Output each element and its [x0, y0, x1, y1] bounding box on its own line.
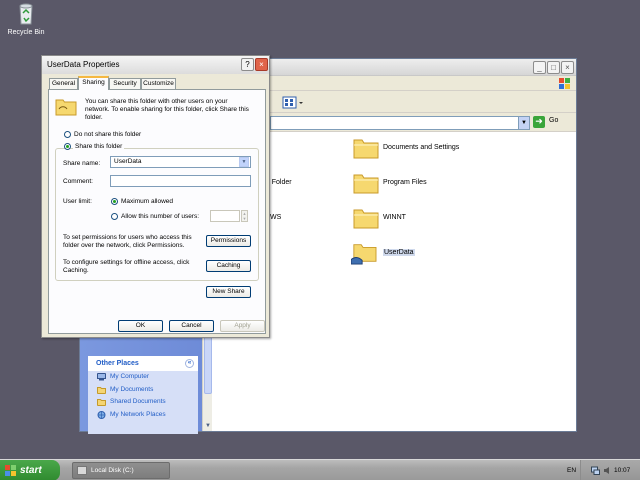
- sharing-intro-line-3: folder.: [85, 114, 103, 121]
- windows-flag-icon: [5, 465, 16, 476]
- clock[interactable]: 10:07: [614, 467, 630, 474]
- ok-button[interactable]: OK: [118, 320, 163, 332]
- dialog-titlebar[interactable]: UserData Properties ? ×: [42, 56, 269, 74]
- place-my-network-places[interactable]: My Network Places: [88, 409, 198, 422]
- tab-sharing[interactable]: Sharing: [78, 76, 109, 90]
- language-indicator[interactable]: EN: [567, 467, 576, 474]
- place-label: My Documents: [110, 385, 154, 393]
- place-label: My Network Places: [110, 410, 166, 418]
- permissions-text-line-1: To set permissions for users who access …: [63, 234, 192, 241]
- network-places-icon: [97, 410, 106, 419]
- views-button[interactable]: [281, 95, 305, 110]
- other-places-title: Other Places: [96, 360, 139, 367]
- share-this-folder-radio[interactable]: [64, 143, 71, 150]
- dialog-title: UserData Properties: [47, 60, 120, 69]
- my-computer-icon: [97, 373, 106, 381]
- place-my-computer[interactable]: My Computer: [88, 371, 198, 384]
- sharing-tab-panel: You can share this folder with other use…: [48, 89, 266, 334]
- go-button[interactable]: ➜ Go: [533, 115, 573, 130]
- shared-folder-icon: [55, 99, 77, 116]
- taskbar-item-local-disk[interactable]: Local Disk (C:): [72, 462, 170, 479]
- tab-general[interactable]: General: [49, 78, 78, 89]
- scroll-down-arrow-icon[interactable]: ▼: [203, 421, 213, 431]
- allow-number-label: Allow this number of users:: [121, 213, 200, 220]
- taskbar: start Local Disk (C:) EN 10:07: [0, 459, 640, 480]
- other-places-header[interactable]: Other Places «: [88, 356, 198, 371]
- folder-icon: [97, 386, 106, 394]
- maximize-button[interactable]: □: [547, 61, 560, 74]
- user-limit-label: User limit:: [63, 198, 92, 205]
- caching-button[interactable]: Caching: [206, 260, 251, 272]
- tab-customize[interactable]: Customize: [141, 78, 176, 89]
- start-button[interactable]: start: [0, 460, 60, 480]
- permissions-button[interactable]: Permissions: [206, 235, 251, 247]
- system-tray: [580, 460, 640, 480]
- start-label: start: [20, 465, 42, 476]
- hidden-item-label: WS: [270, 214, 282, 221]
- cancel-button[interactable]: Cancel: [169, 320, 214, 332]
- caching-text-line-2: Caching.: [63, 267, 89, 274]
- caching-text-line-1: To configure settings for offline access…: [63, 259, 190, 266]
- help-button[interactable]: ?: [241, 58, 254, 71]
- sharing-intro-line-2: network. To enable sharing for this fold…: [85, 106, 249, 113]
- folder-icon: [97, 399, 106, 406]
- collapse-chevron-icon[interactable]: «: [185, 359, 194, 368]
- place-my-documents[interactable]: My Documents: [88, 384, 198, 397]
- taskbar-item-label: Local Disk (C:): [91, 467, 134, 474]
- share-name-field[interactable]: UserData: [110, 156, 251, 168]
- permissions-text-line-2: folder over the network, click Permissio…: [63, 242, 185, 249]
- shared-folder-icon: [351, 244, 377, 265]
- go-label: Go: [549, 117, 559, 124]
- user-count-spinner[interactable]: ▲ ▼: [241, 210, 248, 222]
- folder-label: Program Files: [383, 179, 427, 186]
- share-this-folder-label: Share this folder: [73, 143, 125, 151]
- network-tray-icon[interactable]: [591, 466, 600, 475]
- folder-label: Documents and Settings: [383, 144, 460, 151]
- volume-tray-icon[interactable]: [603, 466, 612, 475]
- views-icon: [282, 96, 303, 109]
- folder-icon: [353, 209, 379, 229]
- other-places-panel: Other Places « My Computer My Documents …: [88, 356, 198, 434]
- comment-label: Comment:: [63, 178, 93, 185]
- share-name-label: Share name:: [63, 160, 101, 167]
- recycle-bin-shortcut[interactable]: Recycle Bin: [4, 2, 48, 36]
- do-not-share-label: Do not share this folder: [74, 131, 142, 138]
- place-shared-documents[interactable]: Shared Documents: [88, 396, 198, 409]
- recycle-bin-label: Recycle Bin: [7, 29, 45, 36]
- folder-label: UserData: [383, 249, 415, 256]
- comment-field[interactable]: [110, 175, 251, 187]
- share-name-dropdown-icon[interactable]: ▼: [239, 157, 249, 167]
- do-not-share-radio[interactable]: [64, 131, 71, 138]
- new-share-button[interactable]: New Share: [206, 286, 251, 298]
- minimize-button[interactable]: _: [533, 61, 546, 74]
- place-label: My Computer: [110, 373, 150, 380]
- folder-icon: [353, 139, 379, 159]
- folder-icon: [353, 174, 379, 194]
- properties-dialog[interactable]: UserData Properties ? × General Sharing …: [41, 55, 270, 338]
- tab-security[interactable]: Security: [109, 78, 141, 89]
- folder-label: WINNT: [383, 214, 406, 221]
- recycle-bin-icon: [19, 3, 33, 25]
- apply-button[interactable]: Apply: [220, 320, 265, 332]
- close-button[interactable]: ×: [561, 61, 574, 74]
- go-arrow-icon: ➜: [533, 116, 545, 128]
- drive-icon: [77, 466, 87, 475]
- maximum-allowed-label: Maximum allowed: [121, 198, 174, 205]
- user-count-field[interactable]: [210, 210, 240, 222]
- address-dropdown-button[interactable]: ▼: [518, 116, 530, 130]
- place-label: Shared Documents: [110, 398, 166, 405]
- sharing-intro-line-1: You can share this folder with other use…: [85, 98, 228, 105]
- allow-number-radio[interactable]: [111, 213, 118, 220]
- windows-logo-icon: [559, 78, 570, 89]
- maximum-allowed-radio[interactable]: [111, 198, 118, 205]
- address-field[interactable]: [270, 116, 520, 130]
- dialog-close-button[interactable]: ×: [255, 58, 268, 71]
